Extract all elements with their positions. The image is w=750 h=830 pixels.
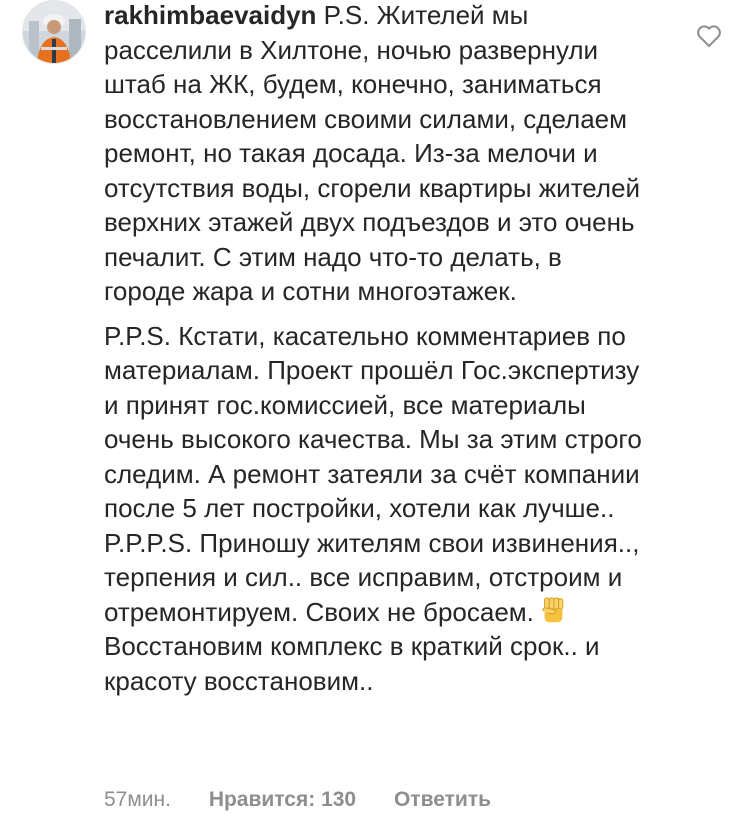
comment-paragraph-2: P.P.S. Кстати, касательно комментариев п… [104,319,644,699]
comment-text-2: P.P.S. Кстати, касательно комментариев п… [104,320,642,627]
avatar[interactable] [22,0,86,64]
comment: rakhimbaevaidyn P.S. Жителей мы расселил… [20,0,730,830]
heart-outline-icon[interactable] [696,24,722,48]
comment-text-3: Восстановим комплекс в краткий срок.. и … [104,631,600,696]
raised-fist-emoji [542,596,564,622]
comment-body: rakhimbaevaidyn P.S. Жителей мы расселил… [104,0,644,698]
comment-paragraph-1: rakhimbaevaidyn P.S. Жителей мы расселил… [104,0,644,309]
likes-count[interactable]: Нравится: 130 [209,788,356,811]
comment-text-1: P.S. Жителей мы расселили в Хилтоне, ноч… [104,0,641,306]
reply-button[interactable]: Ответить [394,788,491,811]
comment-time[interactable]: 57мин. [104,788,171,811]
comment-meta: 57мин. Нравится: 130 Ответить [104,788,523,812]
avatar-image [23,1,85,63]
comment-username[interactable]: rakhimbaevaidyn [104,0,316,30]
